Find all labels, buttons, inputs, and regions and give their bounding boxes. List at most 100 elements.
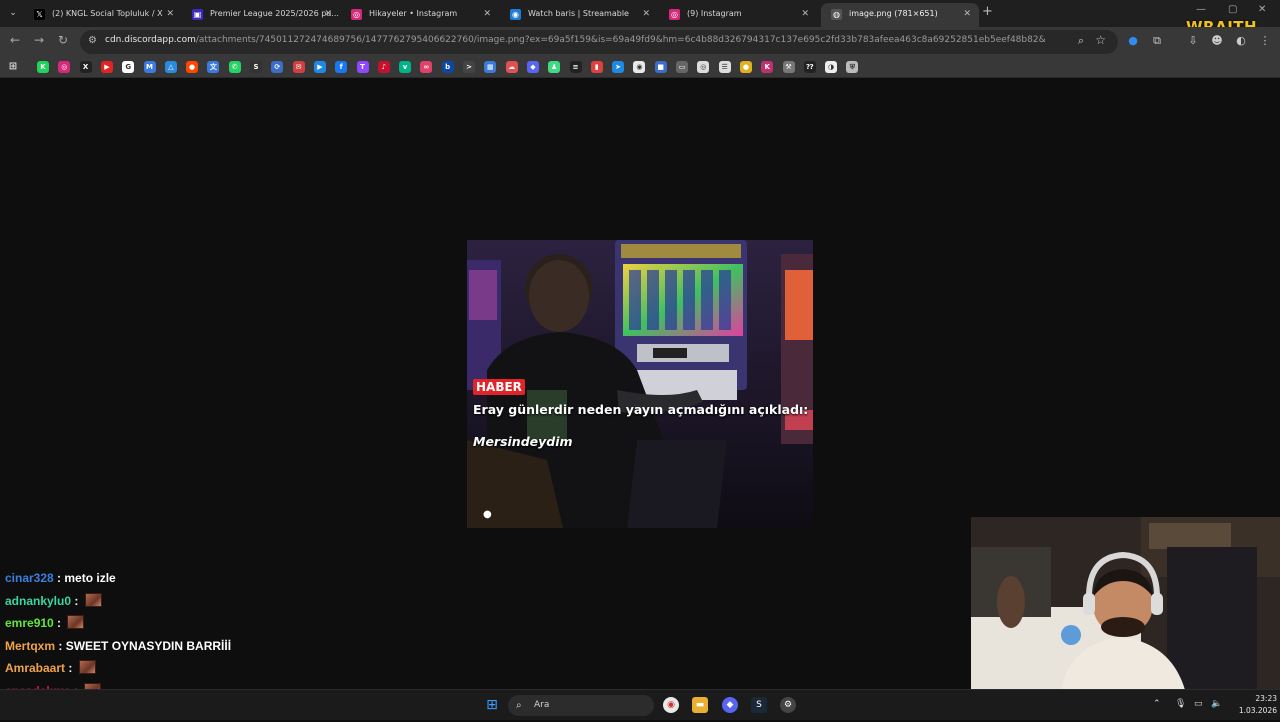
bookmark-k-icon[interactable]: K [761, 61, 774, 73]
chat-message: Mertqxm : SWEET OYNASYDIN BARRİİİ [5, 637, 231, 655]
bookmarks-bar: ⊞ K ◎ X ▶ G M △ ● 文 ✆ S ⟳ ✉ ▶ f T ♪ v ∞ b > ▦ ☁ ◆ ♟ ≡ ▮ ➤ ◉ ■ ▭ ◎ ☰ ● K ⚒ ⁇ ◑… [0, 57, 1280, 78]
close-tab-icon[interactable]: ✕ [801, 3, 809, 25]
bookmark-arrow-icon[interactable]: ➤ [612, 61, 625, 73]
maximize-icon[interactable]: ▢ [1228, 4, 1237, 15]
bookmark-tool-icon[interactable]: ⚒ [782, 61, 795, 73]
chat-username[interactable]: cinar328 [5, 571, 54, 585]
bookmark-star-icon[interactable]: ☆ [1095, 33, 1106, 47]
taskbar-search[interactable]: ⌕ Ara [508, 695, 654, 716]
bookmark-drive-icon[interactable]: △ [164, 61, 177, 73]
windows-start-icon[interactable]: ⊞ [484, 697, 500, 713]
tab-1[interactable]: ▣ Premier League 2025/2026 pu... ✕ [182, 3, 340, 27]
close-window-icon[interactable]: ✕ [1258, 4, 1266, 15]
bookmark-reddit-icon[interactable]: ● [186, 61, 199, 73]
close-tab-icon[interactable]: ✕ [166, 3, 174, 25]
browser-toolbar: ← → ↻ ⚙ cdn.discordapp.com/attachments/7… [0, 27, 1280, 57]
back-icon[interactable]: ← [6, 33, 24, 47]
close-tab-icon[interactable]: ✕ [324, 3, 332, 25]
close-tab-icon[interactable]: ✕ [483, 3, 491, 25]
chat-message: emre910 : [5, 614, 85, 632]
streamer-photo [971, 517, 1280, 690]
news-badge: HABER [473, 379, 525, 395]
bookmark-text-icon[interactable]: ⁇ [803, 61, 816, 73]
tab-4[interactable]: ◎ (9) Instagram ✕ [659, 3, 817, 27]
bookmark-mail-icon[interactable]: ✉ [292, 61, 305, 73]
profile-icon[interactable]: ☻ [1210, 34, 1224, 48]
tab-2[interactable]: ◎ Hikayeler • Instagram ✕ [341, 3, 499, 27]
tab-3[interactable]: ◉ Watch baris | Streamable ✕ [500, 3, 658, 27]
bookmark-whatsapp-icon[interactable]: ✆ [228, 61, 241, 73]
network-icon[interactable]: ▭ [1194, 699, 1203, 709]
tray-chevron-icon[interactable]: ⌃ [1153, 699, 1161, 709]
bookmark-stack-icon[interactable]: ☰ [718, 61, 731, 73]
bookmark-google-icon[interactable]: G [122, 61, 135, 73]
bookmark-stats-icon[interactable]: ▮ [590, 61, 603, 73]
bookmark-gmail-icon[interactable]: M [143, 61, 156, 73]
app-icon[interactable]: ⚙ [780, 697, 796, 713]
bookmark-discord-icon[interactable]: ◆ [526, 61, 539, 73]
minimize-icon[interactable]: — [1196, 4, 1206, 15]
bookmark-cloud-icon[interactable]: ☁ [505, 61, 518, 73]
bookmark-link-icon[interactable]: ∞ [420, 61, 433, 73]
chrome-icon[interactable]: ◉ [663, 697, 679, 713]
news-image[interactable]: HABER Eray günlerdir neden yayın açmadığ… [467, 240, 813, 528]
close-tab-icon[interactable]: ✕ [963, 3, 971, 25]
tab-title: (9) Instagram [687, 9, 742, 18]
bookmark-circle-icon[interactable]: ◎ [697, 61, 710, 73]
microphone-icon[interactable]: 🎙 [1175, 699, 1186, 709]
chat-username[interactable]: Mertqxm [5, 639, 55, 653]
url-text[interactable]: cdn.discordapp.com/attachments/745011272… [105, 35, 1046, 45]
reload-icon[interactable]: ↻ [54, 33, 72, 47]
volume-icon[interactable]: 🔈 [1211, 699, 1222, 709]
bookmark-vine-icon[interactable]: v [399, 61, 412, 73]
bookmark-translate-icon[interactable]: 文 [207, 61, 220, 73]
bookmark-kick-icon[interactable]: K [37, 61, 49, 73]
apps-grid-icon[interactable]: ⊞ [7, 61, 19, 73]
chat-separator: : [71, 593, 82, 608]
bookmark-instagram-icon[interactable]: ◎ [58, 61, 71, 73]
avatar[interactable]: ◐ [1234, 34, 1248, 48]
tab-search-button[interactable]: ⌄ [4, 4, 22, 22]
bookmark-square-icon[interactable]: ■ [654, 61, 667, 73]
bookmark-steam-icon[interactable]: S [250, 61, 262, 73]
download-icon[interactable]: ⇩ [1186, 34, 1200, 48]
address-bar[interactable]: ⚙ cdn.discordapp.com/attachments/7450112… [80, 30, 1118, 54]
bookmark-prompt-icon[interactable]: > [463, 61, 475, 73]
tab-5[interactable]: ◍ image.png (781×651) ✕ [821, 3, 979, 27]
discord-icon[interactable]: ◆ [722, 697, 738, 713]
tab-title: image.png (781×651) [849, 9, 938, 18]
extensions-puzzle-icon[interactable]: ⧉ [1150, 34, 1164, 48]
new-tab-button[interactable]: + [982, 4, 993, 19]
bookmark-play-icon[interactable]: ▶ [313, 61, 326, 73]
forward-icon[interactable]: → [30, 33, 48, 47]
menu-kebab-icon[interactable]: ⋮ [1258, 34, 1272, 48]
system-clock[interactable]: 23:23 1.03.2026 [1229, 693, 1277, 717]
bookmark-bar-icon[interactable]: ▭ [676, 61, 688, 73]
bookmark-facebook-icon[interactable]: f [335, 61, 348, 73]
bookmark-sync-icon[interactable]: ⟳ [271, 61, 284, 73]
bookmark-lastfm-icon[interactable]: ♪ [377, 61, 390, 73]
zoom-icon[interactable]: ⌕ [1078, 34, 1084, 48]
bookmark-circle2-icon[interactable]: ◑ [825, 61, 838, 73]
bookmark-chrome-icon[interactable]: ◉ [633, 61, 646, 73]
bookmark-shield-icon[interactable]: ⛨ [846, 61, 859, 73]
site-info-icon[interactable]: ⚙ [88, 35, 100, 47]
bookmark-dashes-icon[interactable]: ≡ [569, 61, 582, 73]
steam-icon[interactable]: S [751, 697, 767, 713]
tab-strip: ⌄ 𝕏 (2) KNGL Social Topluluk / X ✕ ▣ Premier… [0, 0, 1280, 36]
news-quote: Mersindeydim [473, 434, 573, 449]
bookmark-android-icon[interactable]: ♟ [548, 61, 561, 73]
bookmark-x-icon[interactable]: X [79, 61, 92, 73]
bookmark-bold-b-icon[interactable]: b [441, 61, 454, 73]
extension-shield-icon[interactable]: ● [1126, 34, 1140, 48]
bookmark-youtube-icon[interactable]: ▶ [100, 61, 113, 73]
close-tab-icon[interactable]: ✕ [642, 3, 650, 25]
bookmark-twitch-icon[interactable]: T [356, 61, 369, 73]
bookmark-coin-icon[interactable]: ● [739, 61, 752, 73]
bookmark-image-icon[interactable]: ▦ [484, 61, 497, 73]
chat-username[interactable]: adnankylu0 [5, 594, 71, 608]
tab-0[interactable]: 𝕏 (2) KNGL Social Topluluk / X ✕ [24, 3, 182, 27]
file-explorer-icon[interactable]: ▬ [692, 697, 708, 713]
chat-username[interactable]: Amrabaart [5, 661, 65, 675]
chat-username[interactable]: emre910 [5, 616, 54, 630]
